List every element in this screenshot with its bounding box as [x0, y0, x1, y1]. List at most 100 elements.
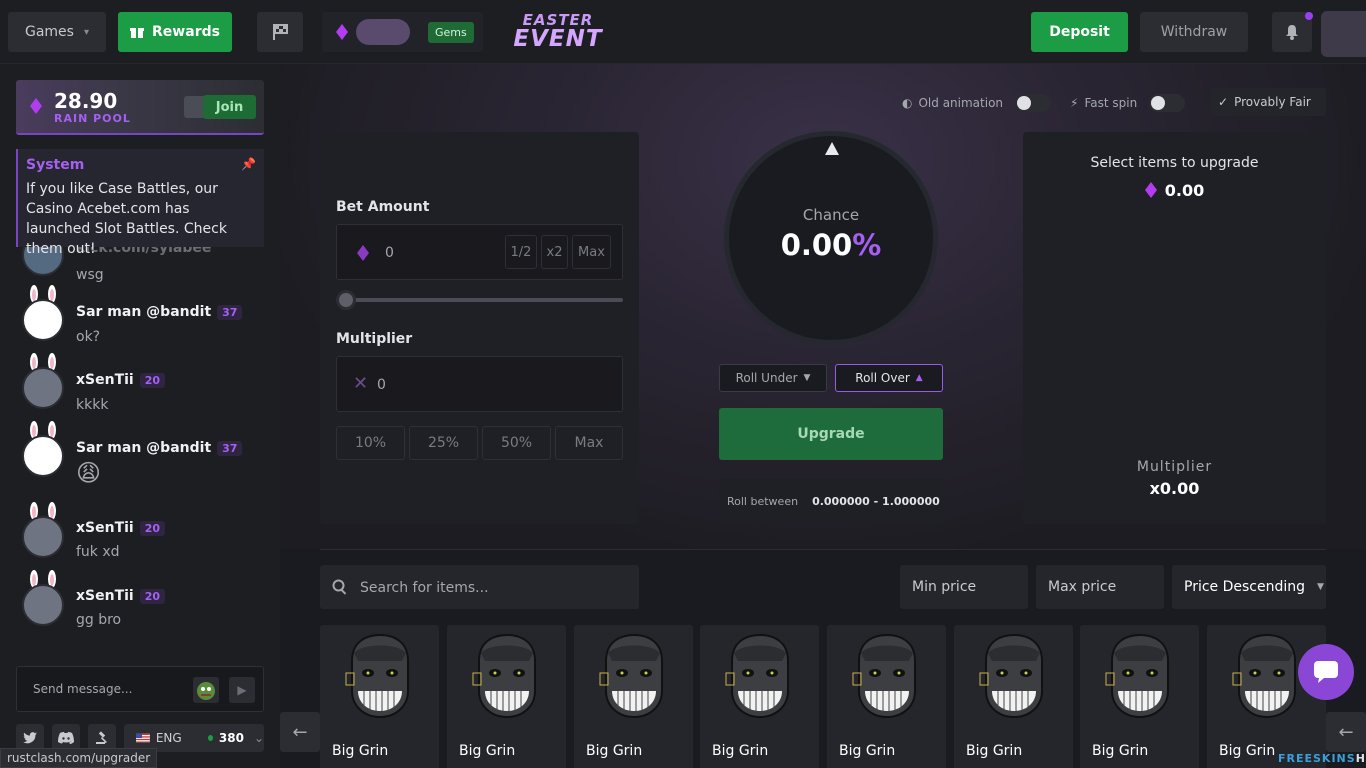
rain-amount: 28.90: [54, 89, 118, 113]
chat-text: kkkk: [76, 397, 109, 413]
preset-50-button[interactable]: 50%: [482, 426, 551, 460]
freeskinshub-watermark: FREESKINSHUB: [1278, 752, 1366, 765]
fast-spin-toggle[interactable]: [1149, 94, 1186, 112]
preset-max-button[interactable]: Max: [555, 426, 623, 460]
old-animation-option[interactable]: ◐ Old animation: [902, 94, 1052, 112]
provably-fair-button[interactable]: ✓ Provably Fair: [1210, 88, 1326, 116]
roll-under-button[interactable]: Roll Under ▼: [719, 364, 827, 392]
half-button[interactable]: 1/2: [505, 235, 537, 269]
item-card[interactable]: Big Grin: [954, 625, 1073, 768]
gavel-icon: [96, 731, 107, 744]
watermark-part2: HUB: [1355, 752, 1366, 765]
double-button[interactable]: x2: [541, 235, 568, 269]
chat-username[interactable]: xSenTii 20: [76, 588, 166, 604]
chat-username[interactable]: Sar man @bandit 37: [76, 440, 243, 456]
target-value-text: 0.00: [1164, 181, 1205, 200]
chat-username-text: xSenTii: [76, 588, 134, 604]
preset-25-button[interactable]: 25%: [409, 426, 478, 460]
preset-10-button[interactable]: 10%: [336, 426, 405, 460]
sort-select[interactable]: Price Descending ▼: [1172, 565, 1326, 609]
status-url: rustclash.com/upgrader: [0, 748, 158, 768]
chat-input-placeholder: Send message...: [33, 682, 133, 696]
race-flag-button[interactable]: [257, 12, 303, 52]
roll-under-label: Roll Under: [735, 371, 798, 385]
old-animation-toggle[interactable]: [1015, 94, 1052, 112]
collapse-chat-button[interactable]: ←: [280, 712, 320, 752]
sort-value: Price Descending: [1184, 579, 1306, 595]
avatar[interactable]: [22, 584, 64, 626]
us-flag-icon: [136, 733, 150, 743]
chance-percent: %: [852, 228, 882, 262]
multiplier-input[interactable]: ✕ 0: [336, 356, 623, 412]
withdraw-button[interactable]: Withdraw: [1140, 12, 1248, 52]
max-price-input[interactable]: Max price: [1036, 565, 1164, 609]
target-value: 0.00: [1023, 181, 1326, 200]
big-grin-mask-icon: [472, 633, 536, 719]
easter-line2: EVENT: [513, 26, 603, 52]
item-grid: Big Grin Big Grin Big Grin Big Grin Big …: [320, 625, 1326, 768]
chat-text: fuk xd: [76, 544, 120, 560]
half-circle-icon: ◐: [902, 96, 913, 110]
gift-icon: [130, 28, 145, 38]
gem-icon: [30, 98, 42, 114]
rain-join-button[interactable]: Join: [203, 95, 256, 119]
send-icon[interactable]: ▶: [229, 677, 255, 703]
min-price-input[interactable]: Min price: [900, 565, 1028, 609]
roll-over-button[interactable]: Roll Over ▲: [835, 364, 943, 392]
item-card[interactable]: Big Grin: [1080, 625, 1199, 768]
avatar[interactable]: [22, 435, 64, 477]
user-avatar[interactable]: [1321, 11, 1366, 57]
fast-spin-label: Fast spin: [1084, 96, 1138, 110]
upgrader-main: ◐ Old animation ⚡ Fast spin ✓ Provably F…: [280, 64, 1366, 768]
support-chat-button[interactable]: [1298, 644, 1354, 700]
target-title: Select items to upgrade: [1090, 155, 1259, 171]
games-menu-button[interactable]: Games ▾: [8, 12, 106, 52]
arrow-left-icon: ←: [1338, 721, 1354, 743]
item-card[interactable]: Big Grin: [447, 625, 566, 768]
chat-username-text: xSenTii: [76, 372, 134, 388]
chat-username-text: xSenTii: [76, 520, 134, 536]
wheel-pointer-icon: [825, 142, 839, 155]
max-button[interactable]: Max: [572, 235, 611, 269]
balance-pill: [356, 19, 410, 45]
fast-spin-option[interactable]: ⚡ Fast spin: [1070, 94, 1186, 112]
chat-username[interactable]: xSenTii 20: [76, 520, 166, 536]
chat-username[interactable]: xSenTii 20: [76, 372, 166, 388]
avatar[interactable]: [22, 516, 64, 558]
item-card[interactable]: Big Grin: [320, 625, 439, 768]
avatar[interactable]: [22, 367, 64, 409]
slider-handle[interactable]: [336, 290, 356, 310]
expand-panel-button[interactable]: ←: [1326, 712, 1366, 752]
big-grin-mask-icon: [345, 633, 409, 719]
item-card[interactable]: Big Grin: [1207, 625, 1326, 768]
chat-username[interactable]: Sar man @bandit 37: [76, 304, 243, 320]
big-grin-mask-icon: [725, 633, 789, 719]
level-badge: 37: [217, 304, 243, 320]
big-grin-mask-icon: [1232, 633, 1296, 719]
target-panel[interactable]: Select items to upgrade 0.00 Multiplier …: [1023, 132, 1326, 524]
easter-event-logo[interactable]: EASTER EVENT: [498, 6, 618, 58]
avatar[interactable]: [22, 299, 64, 341]
bet-slider[interactable]: [336, 290, 623, 310]
upgrader-hero: ◐ Old animation ⚡ Fast spin ✓ Provably F…: [280, 64, 1366, 549]
chat-input[interactable]: Send message... ▶: [16, 666, 264, 712]
chat-emoji: 😩: [76, 459, 102, 487]
emoji-picker-button[interactable]: [193, 677, 219, 703]
bet-amount-input[interactable]: 0 1/2 x2 Max: [336, 224, 623, 280]
item-card[interactable]: Big Grin: [827, 625, 946, 768]
item-name: Big Grin: [839, 743, 896, 759]
notification-dot: [1305, 12, 1313, 20]
item-card[interactable]: Big Grin: [700, 625, 819, 768]
chance-wheel: Chance 0.00%: [724, 131, 938, 345]
rewards-button[interactable]: Rewards: [118, 12, 232, 52]
chat-username-text: Sar man @bandit: [76, 440, 212, 456]
discord-icon: [58, 732, 74, 744]
roll-between: Roll between 0.000000 - 1.000000: [719, 478, 943, 524]
balance-widget[interactable]: Gems: [322, 12, 483, 52]
deposit-button[interactable]: Deposit: [1031, 12, 1128, 52]
item-card[interactable]: Big Grin: [574, 625, 693, 768]
old-animation-label: Old animation: [918, 96, 1004, 110]
item-search-input[interactable]: Search for items...: [320, 565, 639, 609]
upgrade-button[interactable]: Upgrade: [719, 408, 943, 460]
system-title: System: [26, 157, 85, 173]
